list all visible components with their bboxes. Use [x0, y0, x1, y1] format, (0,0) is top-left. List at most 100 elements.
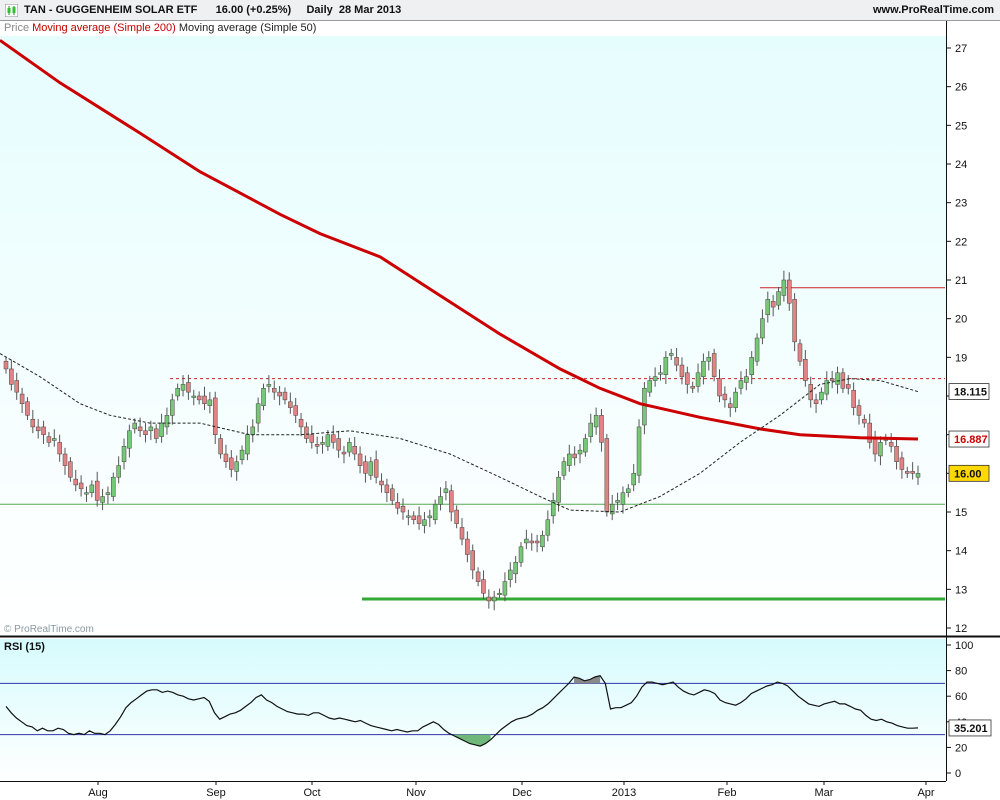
price-chart-canvas[interactable]: 27262524232221201918171615141312 18.1151… — [0, 0, 1000, 800]
candle-body — [137, 426, 143, 432]
candle-body — [556, 476, 561, 503]
candle-body — [508, 569, 513, 580]
price-axis-tick-label: 20 — [955, 314, 967, 326]
candle-body — [41, 426, 46, 435]
candle-body — [127, 430, 132, 449]
candle-body — [524, 538, 529, 544]
candle-body — [776, 291, 781, 306]
candle-body — [486, 596, 492, 602]
candle-body — [148, 426, 154, 432]
candle-body — [443, 488, 449, 493]
candle-body — [25, 401, 30, 416]
candle-body — [545, 519, 551, 536]
price-axis-tick-label: 12 — [955, 623, 967, 635]
rsi-panel-label: RSI (15) — [4, 641, 45, 653]
candle-body — [379, 480, 384, 486]
candle-body — [754, 337, 760, 362]
candle-body — [330, 434, 336, 443]
candle-body — [19, 393, 25, 404]
candle-body — [422, 519, 427, 526]
candle-body — [406, 515, 411, 518]
time-axis-tick-label: Nov — [406, 787, 426, 799]
candle-body — [170, 399, 175, 416]
rsi-axis-tick-label: 100 — [955, 640, 973, 652]
candle-body — [878, 442, 883, 457]
candle-body — [856, 405, 862, 416]
candle-body — [94, 480, 100, 501]
price-axis-tick-label: 13 — [955, 584, 967, 596]
candle-body — [400, 505, 406, 513]
candle-body — [293, 405, 298, 416]
candle-body — [245, 434, 250, 455]
candle-body — [491, 596, 497, 602]
time-axis-tick-label: Oct — [303, 787, 320, 799]
rsi-axis-tick-label: 0 — [955, 768, 961, 780]
candle-body — [609, 504, 615, 515]
candle-body — [658, 372, 663, 375]
candle-body — [851, 389, 856, 408]
ma200-value-tag: 16.887 — [954, 434, 988, 446]
candle-body — [52, 438, 57, 441]
candle-body — [309, 434, 315, 443]
candle-body — [373, 459, 379, 478]
candle-body — [78, 482, 84, 490]
candle-body — [470, 550, 475, 571]
candle-body — [363, 461, 368, 474]
candle-body — [395, 502, 400, 509]
candle-body — [411, 515, 416, 520]
candle-body — [239, 449, 245, 461]
candle-body — [465, 538, 470, 555]
price-axis-tick-label: 21 — [955, 275, 967, 287]
candle-body — [475, 571, 481, 582]
time-axis-tick-label: Feb — [718, 787, 737, 799]
candle-body — [894, 446, 899, 462]
candle-body — [320, 442, 325, 445]
candle-body — [561, 461, 567, 476]
candle-body — [277, 391, 282, 397]
price-axis-tick-label: 25 — [955, 120, 967, 132]
candle-body — [829, 378, 835, 381]
candle-body — [626, 488, 631, 493]
candle-body — [336, 438, 341, 451]
candle-body — [73, 478, 78, 486]
candle-body — [529, 540, 534, 544]
candle-body — [449, 490, 454, 513]
candle-body — [416, 515, 422, 524]
candle-body — [786, 279, 792, 304]
time-axis-tick-label: Dec — [512, 787, 532, 799]
candle-body — [642, 388, 647, 426]
candle-body — [636, 426, 642, 476]
candle-body — [540, 534, 545, 548]
candle-body — [89, 484, 95, 493]
rsi-panel-background — [0, 639, 946, 781]
candle-body — [341, 451, 347, 455]
candle-body — [191, 395, 197, 398]
candle-body — [175, 388, 180, 397]
rsi-axis-tick-label: 60 — [955, 691, 967, 703]
candle-body — [35, 426, 41, 432]
price-axis-tick-label: 15 — [955, 507, 967, 519]
time-axis-tick-label: Mar — [815, 787, 834, 799]
candle-body — [663, 357, 669, 375]
candle-body — [722, 393, 728, 401]
candle-body — [100, 496, 105, 503]
price-axis-tick-label: 26 — [955, 82, 967, 94]
price-axis-tick-label: 22 — [955, 236, 967, 248]
candle-body — [352, 446, 357, 455]
rsi-value-tag: 35.201 — [954, 723, 988, 735]
candle-body — [121, 446, 127, 462]
candle-body — [314, 444, 320, 447]
candle-body — [57, 442, 62, 455]
candle-body — [765, 299, 771, 316]
candle-body — [706, 357, 712, 362]
candle-body — [631, 473, 636, 486]
candle-body — [3, 360, 9, 370]
candle-body — [781, 279, 787, 296]
price-axis-tick-label: 23 — [955, 198, 967, 210]
candle-body — [288, 401, 293, 408]
candle-body — [14, 380, 19, 393]
candle-body — [196, 395, 202, 401]
candle-body — [111, 476, 116, 497]
candle-body — [744, 376, 749, 383]
candle-body — [518, 546, 524, 563]
